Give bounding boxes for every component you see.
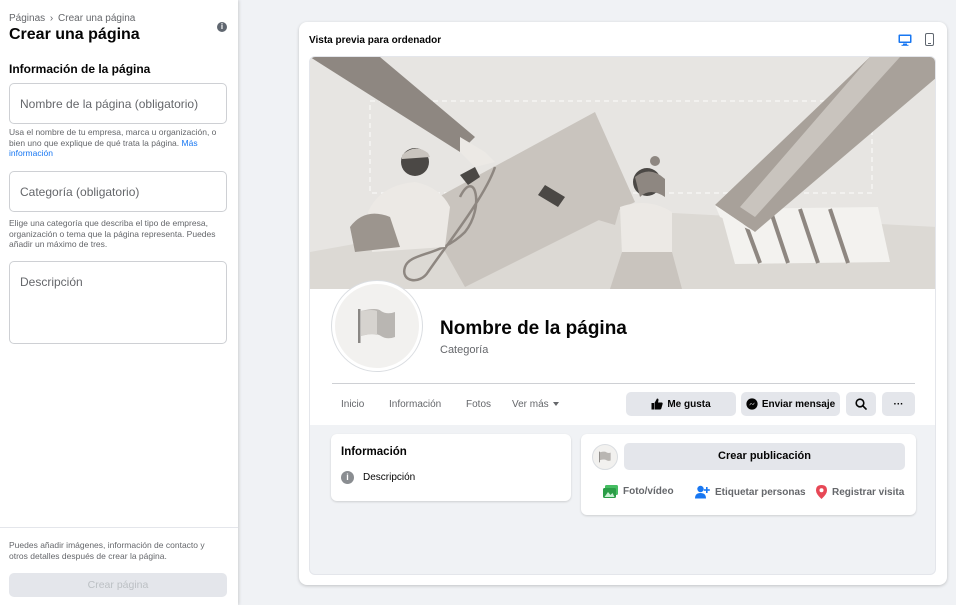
category-help: Elige una categoría que describa el tipo… [9,218,216,249]
breadcrumb-current: Crear una página [58,13,136,24]
description-placeholder: Descripción [20,275,83,289]
page-category: Categoría [440,344,489,356]
desktop-preview-frame: Nombre de la página Categoría Inicio Inf… [309,56,936,575]
mobile-icon[interactable] [925,33,934,51]
info-card-title: Información [341,446,407,458]
search-button[interactable] [846,392,876,416]
breadcrumb: Páginas › Crear una página [9,13,135,24]
tab-informacion[interactable]: Información [389,399,441,410]
create-page-sidebar: Páginas › Crear una página Crear una pág… [0,0,238,605]
section-title: Información de la página [9,62,151,76]
more-icon: ··· [893,398,904,410]
messenger-icon [746,398,758,410]
tag-people-action[interactable]: Etiquetar personas [695,485,806,499]
caret-down-icon [552,402,559,407]
tag-people-icon [695,485,710,499]
more-options-button[interactable]: ··· [882,392,915,416]
tab-ver-mas[interactable]: Ver más [512,399,559,410]
check-in-label: Registrar visita [832,486,905,498]
info-circle-icon: i [341,471,354,484]
info-icon[interactable]: i [217,22,227,32]
profile-picture [332,281,422,371]
page-name-help: Usa el nombre de tu empresa, marca u org… [9,127,229,159]
description-field[interactable]: Descripción [9,261,227,344]
like-button[interactable]: Me gusta [626,392,736,416]
send-message-button[interactable]: Enviar mensaje [741,392,840,416]
breadcrumb-parent[interactable]: Páginas [9,13,45,24]
photo-icon [603,485,618,498]
info-card-description: Descripción [363,472,416,483]
create-post-card: Crear publicación Foto/vídeo Etiquetar p… [581,434,916,515]
page-name-heading: Nombre de la página [440,318,627,339]
tag-people-label: Etiquetar personas [715,486,806,498]
preview-card: Vista previa para ordenador Nombre de la… [299,22,947,585]
mini-avatar [592,444,618,470]
info-card-description-row: i Descripción [341,471,415,484]
category-field[interactable]: Categoría (obligatorio) [9,171,227,212]
desktop-icon[interactable] [898,33,912,51]
page-name-placeholder: Nombre de la página (obligatorio) [20,96,199,111]
category-placeholder: Categoría (obligatorio) [20,184,140,199]
page-name-field[interactable]: Nombre de la página (obligatorio) [9,83,227,124]
page-title: Crear una página [9,26,140,43]
send-message-label: Enviar mensaje [761,398,836,410]
info-card: Información i Descripción [331,434,571,501]
photo-video-label: Foto/vídeo [623,486,674,497]
mini-flag-icon [599,451,611,463]
cover-photo [310,57,935,289]
preview-label: Vista previa para ordenador [309,35,442,46]
location-pin-icon [816,485,827,499]
footer-text: Puedes añadir imágenes, información de c… [9,540,205,561]
header-divider [332,383,915,384]
check-in-action[interactable]: Registrar visita [816,485,904,499]
thumbs-up-icon [651,398,664,410]
like-label: Me gusta [667,398,711,410]
tab-inicio[interactable]: Inicio [341,399,364,410]
create-page-button[interactable]: Crear página [9,573,227,597]
cover-illustration [310,57,935,289]
create-post-button[interactable]: Crear publicación [624,443,905,470]
search-icon [855,398,867,410]
flag-icon [358,309,395,343]
breadcrumb-separator: › [49,13,54,24]
tab-ver-mas-label: Ver más [512,399,549,410]
photo-video-action[interactable]: Foto/vídeo [603,485,674,498]
tab-fotos[interactable]: Fotos [466,399,491,410]
sidebar-footer: Puedes añadir imágenes, información de c… [0,527,238,605]
